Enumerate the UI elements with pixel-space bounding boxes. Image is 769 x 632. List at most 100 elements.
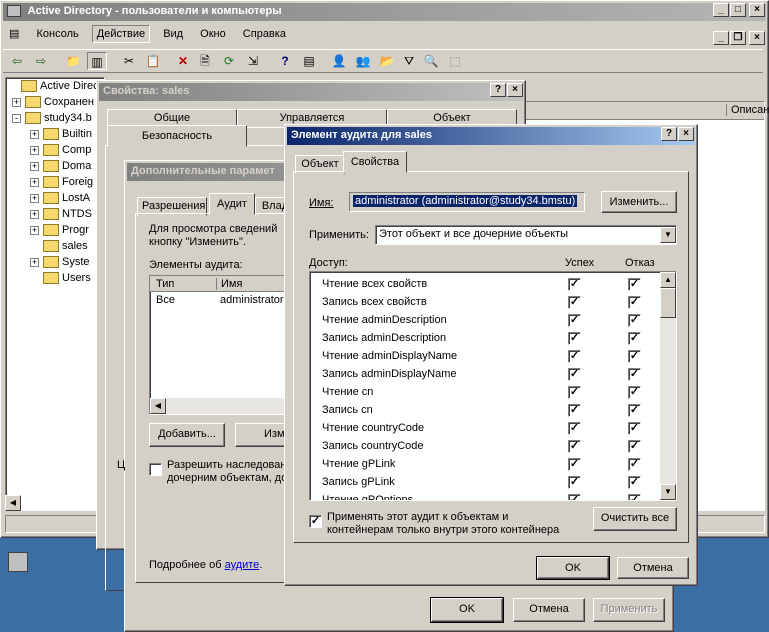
- new-ou-icon[interactable]: 📂: [377, 52, 397, 70]
- failure-checkbox[interactable]: ✓: [628, 476, 641, 489]
- new-group-icon[interactable]: 👥: [353, 52, 373, 70]
- success-checkbox[interactable]: ✓: [568, 476, 581, 489]
- menu-help[interactable]: Справка: [239, 26, 290, 42]
- success-checkbox[interactable]: ✓: [568, 332, 581, 345]
- failure-checkbox[interactable]: ✓: [628, 296, 641, 309]
- export-list-icon[interactable]: ⇲: [243, 52, 263, 70]
- col-name[interactable]: Имя: [216, 278, 242, 290]
- failure-checkbox[interactable]: ✓: [628, 314, 641, 327]
- tab-properties-audit[interactable]: Свойства: [343, 151, 407, 173]
- tab-security[interactable]: Безопасность: [107, 125, 247, 147]
- failure-checkbox[interactable]: ✓: [628, 368, 641, 381]
- new-user-icon[interactable]: 👤: [329, 52, 349, 70]
- menu-action[interactable]: Действие: [91, 25, 151, 43]
- properties-close-button[interactable]: ×: [507, 83, 523, 97]
- tree-item[interactable]: - study34.b: [12, 112, 92, 128]
- help-icon[interactable]: ?: [275, 52, 295, 70]
- tab-auditing[interactable]: Аудит: [209, 193, 255, 215]
- apply-only-checkbox[interactable]: ✓: [309, 515, 322, 528]
- menu-view[interactable]: Вид: [159, 26, 187, 42]
- tree-item[interactable]: + Comp: [30, 144, 91, 160]
- find-icon[interactable]: 🔍: [421, 52, 441, 70]
- scroll-thumb[interactable]: [660, 288, 676, 318]
- expand-icon[interactable]: +: [30, 225, 39, 235]
- scroll-down-button[interactable]: ▼: [660, 484, 676, 500]
- table-row[interactable]: Все administrator: [150, 294, 288, 309]
- minimize-button[interactable]: _: [713, 3, 729, 17]
- name-field[interactable]: administrator (administrator@study34.bms…: [349, 192, 585, 212]
- success-checkbox[interactable]: ✓: [568, 404, 581, 417]
- permissions-scrollbar[interactable]: ▲ ▼: [660, 272, 676, 500]
- failure-checkbox[interactable]: ✓: [628, 494, 641, 500]
- scroll-up-button[interactable]: ▲: [660, 272, 676, 288]
- forward-icon[interactable]: ⇨: [31, 52, 51, 70]
- child-close-button[interactable]: ×: [749, 31, 765, 45]
- add-to-group-icon[interactable]: ⬚: [445, 52, 465, 70]
- tree-item[interactable]: + Syste: [30, 256, 90, 272]
- expand-icon[interactable]: +: [30, 161, 39, 171]
- refresh-icon[interactable]: ⟳: [219, 52, 239, 70]
- tree-item[interactable]: + Сохранен: [12, 96, 94, 112]
- filter-icon[interactable]: ⛛: [399, 52, 419, 70]
- collapse-icon[interactable]: -: [12, 113, 21, 123]
- audit-help-button[interactable]: ?: [661, 127, 677, 141]
- failure-checkbox[interactable]: ✓: [628, 386, 641, 399]
- audit-close-button[interactable]: ×: [678, 127, 694, 141]
- properties-help-button[interactable]: ?: [490, 83, 506, 97]
- expand-icon[interactable]: +: [30, 209, 39, 219]
- paste-icon[interactable]: 📋: [143, 52, 163, 70]
- failure-checkbox[interactable]: ✓: [628, 350, 641, 363]
- success-checkbox[interactable]: ✓: [568, 296, 581, 309]
- audit-ok-button[interactable]: OK: [536, 556, 610, 580]
- expand-icon[interactable]: +: [30, 129, 39, 139]
- col-type[interactable]: Тип: [156, 278, 174, 290]
- success-checkbox[interactable]: ✓: [568, 386, 581, 399]
- clear-all-button[interactable]: Очистить все: [593, 507, 677, 531]
- audit-title-bar[interactable]: Элемент аудита для sales: [287, 127, 695, 145]
- change-button[interactable]: Изменить...: [601, 191, 677, 213]
- failure-checkbox[interactable]: ✓: [628, 440, 641, 453]
- tree-item[interactable]: + Doma: [30, 160, 91, 176]
- success-checkbox[interactable]: ✓: [568, 458, 581, 471]
- child-minimize-button[interactable]: _: [713, 31, 729, 45]
- success-checkbox[interactable]: ✓: [568, 422, 581, 435]
- tree-item[interactable]: sales: [30, 240, 88, 256]
- props-ok-button[interactable]: OK: [430, 597, 504, 623]
- col-description[interactable]: Описан: [726, 104, 769, 116]
- child-restore-button[interactable]: ❐: [730, 31, 746, 45]
- props-apply-button[interactable]: Применить: [593, 598, 665, 622]
- tree-item[interactable]: + Foreig: [30, 176, 93, 192]
- success-checkbox[interactable]: ✓: [568, 440, 581, 453]
- properties-icon[interactable]: 🗎: [195, 52, 215, 70]
- show-tree-icon[interactable]: ▥: [87, 52, 107, 70]
- description-bar-icon[interactable]: ▤: [299, 52, 319, 70]
- expand-icon[interactable]: +: [12, 97, 21, 107]
- expand-icon[interactable]: +: [30, 193, 39, 203]
- tree-item[interactable]: Users: [30, 272, 91, 288]
- success-checkbox[interactable]: ✓: [568, 314, 581, 327]
- tree-item[interactable]: + LostA: [30, 192, 90, 208]
- list-scroll-left[interactable]: ◀: [150, 398, 166, 414]
- cut-icon[interactable]: ✂: [119, 52, 139, 70]
- mmc-title-bar[interactable]: Active Directory - пользователи и компью…: [3, 3, 766, 21]
- success-checkbox[interactable]: ✓: [568, 494, 581, 500]
- back-icon[interactable]: ⇦: [7, 52, 27, 70]
- close-button[interactable]: ×: [749, 3, 765, 17]
- expand-icon[interactable]: +: [30, 177, 39, 187]
- expand-icon[interactable]: +: [30, 145, 39, 155]
- apply-to-select[interactable]: Этот объект и все дочерние объекты ▼: [375, 225, 677, 245]
- add-button[interactable]: Добавить...: [149, 423, 225, 447]
- success-checkbox[interactable]: ✓: [568, 350, 581, 363]
- tree-item[interactable]: + NTDS: [30, 208, 92, 224]
- failure-checkbox[interactable]: ✓: [628, 332, 641, 345]
- scroll-left-button[interactable]: ◀: [5, 495, 21, 511]
- failure-checkbox[interactable]: ✓: [628, 422, 641, 435]
- audit-cancel-button[interactable]: Отмена: [617, 557, 689, 579]
- delete-icon[interactable]: ✕: [173, 52, 193, 70]
- failure-checkbox[interactable]: ✓: [628, 278, 641, 291]
- success-checkbox[interactable]: ✓: [568, 278, 581, 291]
- tree-item[interactable]: Active Directo: [8, 80, 104, 96]
- tree-item[interactable]: + Builtin: [30, 128, 92, 144]
- inherit-checkbox[interactable]: [149, 463, 162, 476]
- properties-title-bar[interactable]: Свойства: sales: [99, 83, 523, 101]
